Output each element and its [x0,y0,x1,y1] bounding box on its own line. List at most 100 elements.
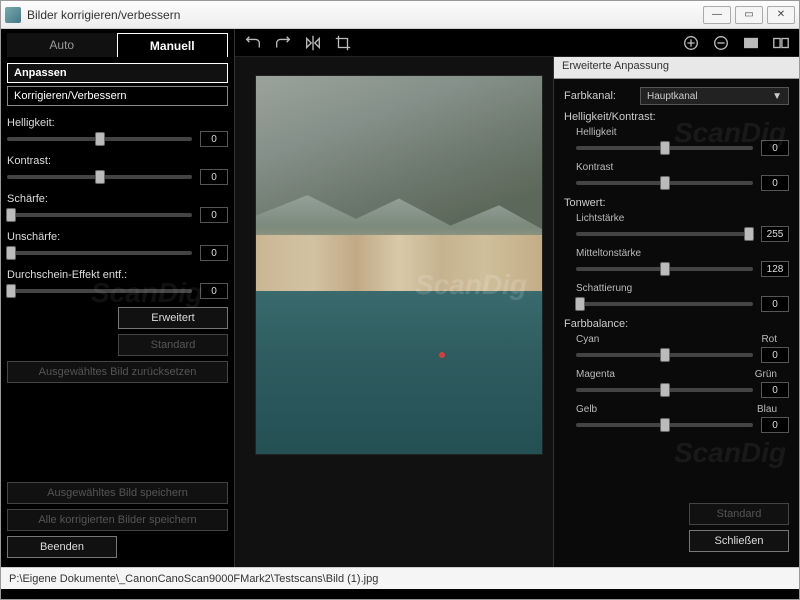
slider-brightness: Helligkeit: 0 [7,117,228,147]
zoom-in-icon[interactable] [681,33,701,53]
titlebar: Bilder korrigieren/verbessern — ▭ ✕ [1,1,799,29]
subtab-correct[interactable]: Korrigieren/Verbessern [7,86,228,106]
save-all-button[interactable]: Alle korrigierten Bilder speichern [7,509,228,531]
client-area: Auto Manuell Anpassen Korrigieren/Verbes… [1,29,799,599]
tab-auto[interactable]: Auto [7,33,117,57]
magenta-label: Magenta [576,369,615,380]
brightcontrast-header: Helligkeit/Kontrast: [564,111,789,123]
crop-icon[interactable] [333,33,353,53]
adv-midtones-thumb[interactable] [660,262,670,276]
tones-header: Tonwert: [564,197,789,209]
sharpness-value: 0 [200,207,228,223]
adv-contrast-label: Kontrast [576,162,789,173]
adv-midtones-value: 128 [761,261,789,277]
tab-manual[interactable]: Manuell [117,33,229,57]
compare-icon[interactable] [771,33,791,53]
adv-shadows-value: 0 [761,296,789,312]
reset-selected-button[interactable]: Ausgewähltes Bild zurücksetzen [7,361,228,383]
slider-blur: Unschärfe: 0 [7,231,228,261]
magenta-green-thumb[interactable] [660,383,670,397]
cyan-red-track[interactable] [576,353,753,357]
app-icon [5,7,21,23]
blur-label: Unschärfe: [7,231,228,243]
magenta-green-track[interactable] [576,388,753,392]
brightness-label: Helligkeit: [7,117,228,129]
sharpness-thumb[interactable] [6,208,16,222]
adv-shadows-thumb[interactable] [575,297,585,311]
adv-shadows-label: Schattierung [576,283,789,294]
showthrough-thumb[interactable] [6,284,16,298]
cyan-red-value: 0 [761,347,789,363]
extended-button[interactable]: Erweitert [118,307,228,329]
save-selected-button[interactable]: Ausgewähltes Bild speichern [7,482,228,504]
colorbalance-header: Farbbalance: [564,318,789,330]
green-label: Grün [755,369,777,380]
channel-combo[interactable]: Hauptkanal ▼ [640,87,789,105]
adv-contrast-thumb[interactable] [660,176,670,190]
yellow-label: Gelb [576,404,597,415]
slider-sharpness: Schärfe: 0 [7,193,228,223]
brightness-thumb[interactable] [95,132,105,146]
red-label: Rot [761,334,777,345]
adv-brightness-slider: Helligkeit 0 [576,127,789,156]
section-brightcontrast: Helligkeit/Kontrast: Helligkeit 0 Kontra… [564,111,789,191]
magenta-green-value: 0 [761,382,789,398]
adv-midtones-label: Mitteltonstärke [576,248,789,259]
yellow-blue-thumb[interactable] [660,418,670,432]
minimize-button[interactable]: — [703,6,731,24]
close-button[interactable]: ✕ [767,6,795,24]
mode-tabs: Auto Manuell [7,33,228,57]
advanced-panel: Erweiterte Anpassung Farbkanal: Hauptkan… [553,57,799,567]
adv-contrast-slider: Kontrast 0 [576,162,789,191]
canvas-toolbar [235,29,799,57]
subtab-adjust[interactable]: Anpassen [7,63,228,83]
adv-shadows-slider: Schattierung 0 [576,283,789,312]
preview-buoy [439,352,445,358]
adv-contrast-track[interactable] [576,181,753,185]
adv-brightness-label: Helligkeit [576,127,789,138]
sharpness-track[interactable] [7,213,192,217]
blur-value: 0 [200,245,228,261]
adv-highlights-value: 255 [761,226,789,242]
exit-button[interactable]: Beenden [7,536,117,558]
adv-highlights-thumb[interactable] [744,227,754,241]
adv-brightness-thumb[interactable] [660,141,670,155]
showthrough-value: 0 [200,283,228,299]
zoom-out-icon[interactable] [711,33,731,53]
rotate-right-icon[interactable] [273,33,293,53]
adv-standard-button[interactable]: Standard [689,503,789,525]
mirror-icon[interactable] [303,33,323,53]
adv-shadows-track[interactable] [576,302,753,306]
adv-close-button[interactable]: Schließen [689,530,789,552]
left-panel: Auto Manuell Anpassen Korrigieren/Verbes… [1,29,235,567]
contrast-thumb[interactable] [95,170,105,184]
image-preview[interactable] [255,75,543,455]
blur-thumb[interactable] [6,246,16,260]
standard-button[interactable]: Standard [118,334,228,356]
status-path: P:\Eigene Dokumente\_CanonCanoScan9000FM… [9,573,378,585]
brightness-track[interactable] [7,137,192,141]
sharpness-label: Schärfe: [7,193,228,205]
slider-showthrough: Durchschein-Effekt entf.: 0 [7,269,228,299]
blur-track[interactable] [7,251,192,255]
rotate-left-icon[interactable] [243,33,263,53]
advanced-buttons: Standard Schließen [554,497,799,567]
chevron-down-icon: ▼ [772,91,782,102]
adv-brightness-track[interactable] [576,146,753,150]
fit-icon[interactable] [741,33,761,53]
cyan-red-thumb[interactable] [660,348,670,362]
adv-midtones-track[interactable] [576,267,753,271]
adv-highlights-slider: Lichtstärke 255 [576,213,789,242]
yellow-blue-track[interactable] [576,423,753,427]
channel-label: Farbkanal: [564,90,634,102]
showthrough-track[interactable] [7,289,192,293]
adv-highlights-label: Lichtstärke [576,213,789,224]
app-window: Bilder korrigieren/verbessern — ▭ ✕ Auto… [0,0,800,600]
brightness-value: 0 [200,131,228,147]
showthrough-label: Durchschein-Effekt entf.: [7,269,228,281]
contrast-track[interactable] [7,175,192,179]
maximize-button[interactable]: ▭ [735,6,763,24]
blue-label: Blau [757,404,777,415]
adv-highlights-track[interactable] [576,232,753,236]
subtabs: Anpassen Korrigieren/Verbessern [7,63,228,109]
